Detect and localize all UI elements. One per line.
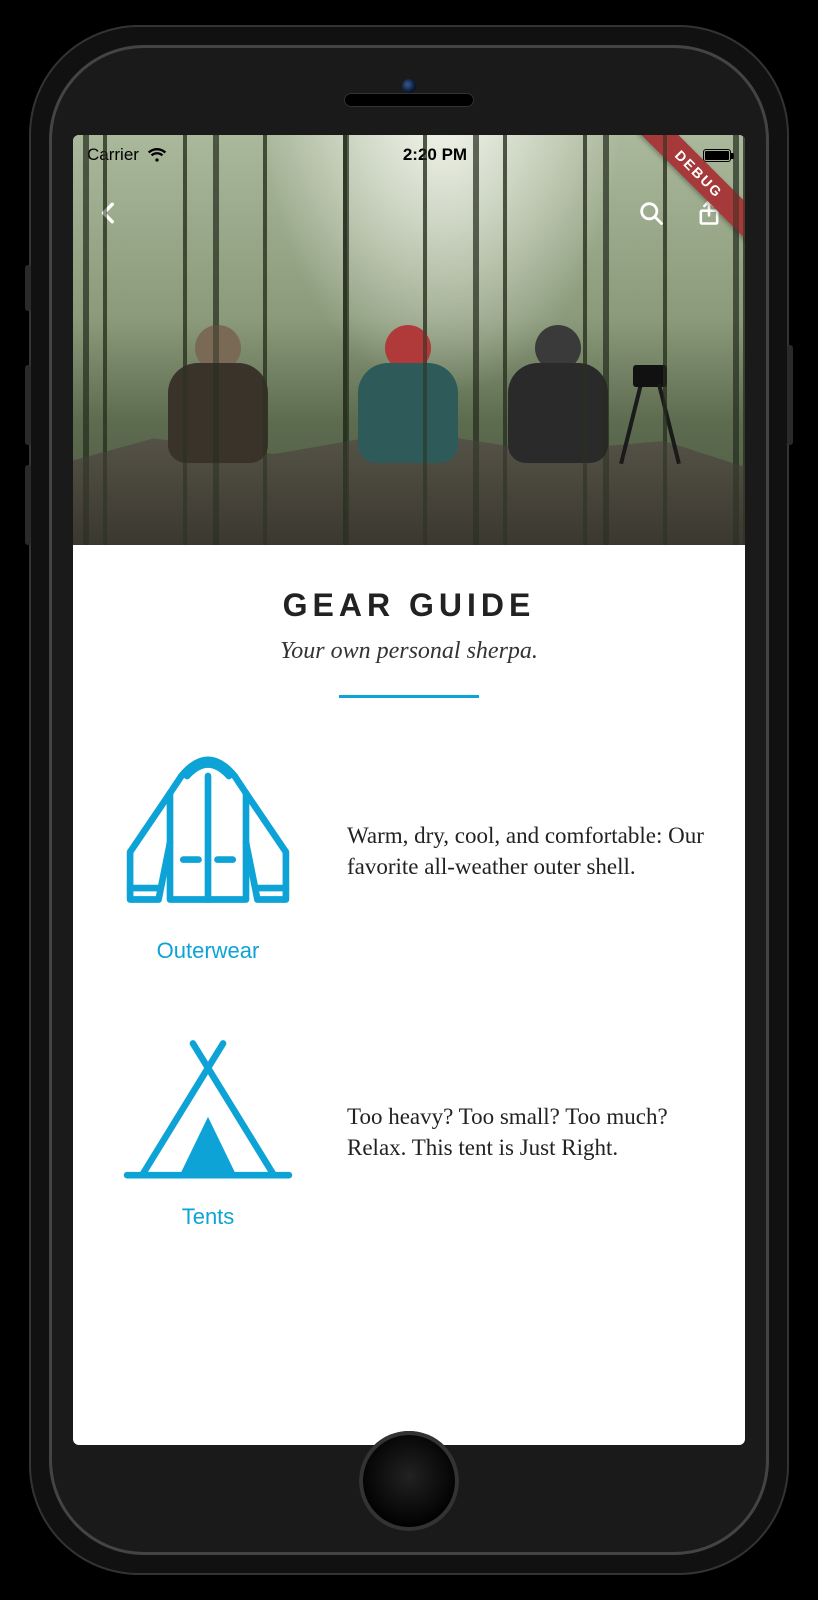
back-button[interactable] — [91, 195, 127, 231]
nav-bar — [73, 185, 745, 241]
tent-icon — [113, 1034, 303, 1194]
volume-down-button[interactable] — [25, 465, 31, 545]
page-title: GEAR GUIDE — [103, 587, 715, 624]
earpiece-speaker — [344, 93, 474, 107]
power-button[interactable] — [787, 345, 793, 445]
page-subtitle: Your own personal sherpa. — [103, 638, 715, 665]
gear-item-label: Tents — [182, 1204, 235, 1230]
status-bar: Carrier 2:20 PM — [73, 135, 745, 175]
gear-item-description: Too heavy? Too small? Too much? Relax. T… — [347, 1101, 715, 1163]
mute-switch[interactable] — [25, 265, 31, 311]
content-area[interactable]: GEAR GUIDE Your own personal sherpa. — [73, 545, 745, 1230]
battery-icon — [703, 149, 731, 162]
front-camera — [402, 79, 416, 93]
share-button[interactable] — [691, 195, 727, 231]
hero-image: Carrier 2:20 PM — [73, 135, 745, 545]
volume-up-button[interactable] — [25, 365, 31, 445]
gear-item-label: Outerwear — [157, 938, 260, 964]
search-button[interactable] — [633, 195, 669, 231]
home-button[interactable] — [359, 1431, 459, 1531]
hero-tripod — [615, 355, 685, 465]
screen: Carrier 2:20 PM — [73, 135, 745, 1445]
title-divider — [339, 695, 479, 698]
device-frame: Carrier 2:20 PM — [29, 25, 789, 1575]
hero-person-1 — [163, 325, 273, 475]
gear-item-tents[interactable]: Tents Too heavy? Too small? Too much? Re… — [103, 1034, 715, 1230]
device-bezel: Carrier 2:20 PM — [49, 45, 769, 1555]
hero-person-3 — [503, 325, 613, 475]
clock-label: 2:20 PM — [403, 145, 467, 165]
wifi-icon — [147, 145, 167, 165]
gear-item-outerwear[interactable]: Outerwear Warm, dry, cool, and comfortab… — [103, 738, 715, 964]
jacket-icon — [113, 738, 303, 928]
gear-item-description: Warm, dry, cool, and comfortable: Our fa… — [347, 820, 715, 882]
carrier-label: Carrier — [87, 145, 139, 165]
hero-person-2 — [353, 325, 463, 475]
